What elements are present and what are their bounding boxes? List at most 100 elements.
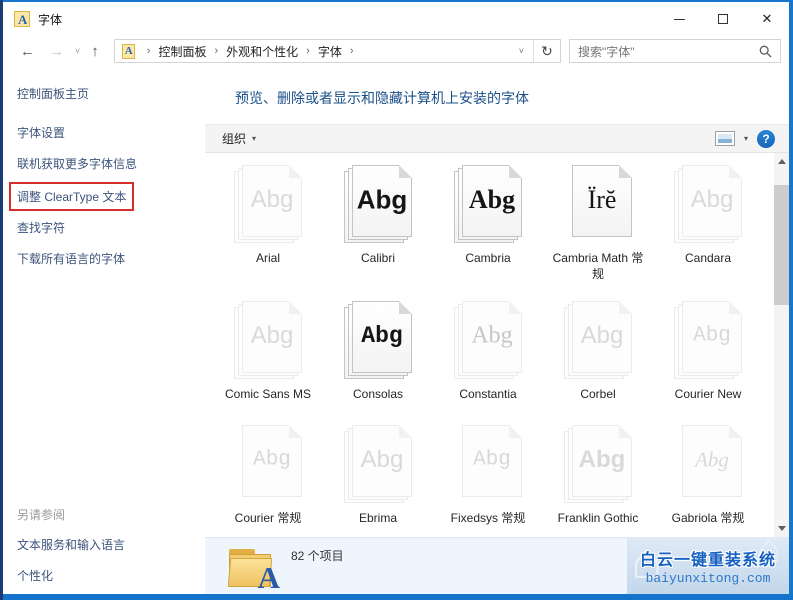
font-item[interactable]: Abg Ebrima	[323, 425, 433, 537]
page-fold-icon	[399, 301, 412, 314]
font-name-label: Courier New	[674, 387, 742, 401]
breadcrumb-item[interactable]: 外观和个性化	[226, 43, 298, 60]
help-button[interactable]: ?	[757, 129, 775, 148]
sidebar-task-item[interactable]: 调整 ClearType 文本	[9, 182, 135, 211]
up-button[interactable]: ↑	[84, 43, 106, 60]
watermark-url: baiyunxitong.com	[645, 570, 771, 586]
font-item[interactable]: Abg Courier New	[653, 301, 763, 425]
breadcrumb-separator: ›	[146, 45, 151, 57]
font-name-label: Gabriola 常规	[671, 511, 745, 525]
scroll-down-button[interactable]	[774, 521, 789, 537]
font-preview-glyph: Abg	[578, 445, 626, 473]
page-fold-icon	[399, 425, 412, 438]
sidebar-task-item[interactable]: 联机获取更多字体信息	[17, 155, 205, 172]
font-item[interactable]: Abg Courier 常规	[213, 425, 323, 537]
font-name-label: Franklin Gothic	[557, 511, 639, 525]
window-border-top	[0, 0, 793, 2]
font-preview-glyph: Abg	[471, 322, 513, 349]
font-preview-glyph: Abg	[360, 445, 404, 473]
font-name-label: Cambria Math 常规	[552, 251, 644, 281]
font-item[interactable]: Abg Comic Sans MS	[213, 301, 323, 425]
page-fold-icon	[729, 301, 742, 314]
breadcrumb-item[interactable]: 控制面板	[158, 43, 206, 60]
font-name-label: Cambria	[465, 251, 511, 265]
see-also-header: 另请参阅	[17, 508, 66, 522]
font-item[interactable]: Abg Franklin Gothic	[543, 425, 653, 537]
font-item[interactable]: Abg Corbel	[543, 301, 653, 425]
font-item[interactable]: Abg Fixedsys 常规	[433, 425, 543, 537]
font-file-icon: Abg	[234, 165, 302, 245]
font-name-label: Arial	[255, 251, 280, 265]
font-preview-glyph: Abg	[580, 321, 624, 349]
scroll-up-icon	[777, 155, 786, 164]
sidebar-see-also-item[interactable]: 文本服务和输入语言	[17, 536, 125, 553]
breadcrumb-folder-icon: A	[121, 43, 135, 59]
organize-menu-button[interactable]: 组织 ▾	[222, 130, 256, 147]
title-bar[interactable]: A 字体 ✕	[3, 2, 789, 36]
view-options-chevron-icon[interactable]: ▾	[744, 134, 748, 143]
page-title: 预览、删除或者显示和隐藏计算机上安装的字体	[235, 90, 529, 106]
close-button[interactable]: ✕	[745, 2, 789, 36]
back-button[interactable]: ←	[13, 43, 42, 60]
font-name-label: Corbel	[580, 387, 616, 401]
forward-button[interactable]: →	[42, 43, 71, 60]
sidebar-see-also-item[interactable]: 个性化	[17, 567, 125, 584]
address-bar[interactable]: A › 控制面板 › 外观和个性化 › 字体 › ˅ ↻	[113, 39, 561, 63]
sidebar-task-item[interactable]: 查找字符	[17, 219, 205, 236]
sidebar: 控制面板主页 字体设置联机获取更多字体信息调整 ClearType 文本查找字符…	[3, 66, 205, 594]
font-item[interactable]: Abg Constantia	[433, 301, 543, 425]
breadcrumb-separator[interactable]: ›	[342, 45, 362, 57]
font-item[interactable]: Abg Arial	[213, 165, 323, 301]
vertical-scrollbar[interactable]	[774, 153, 789, 537]
font-file-icon: Ïrĕ	[564, 165, 632, 245]
font-item[interactable]: Abg Calibri	[323, 165, 433, 301]
window-border-right	[789, 0, 793, 600]
minimize-icon	[673, 18, 685, 20]
breadcrumb-separator[interactable]: ›	[206, 45, 226, 57]
font-name-label: Courier 常规	[234, 511, 302, 525]
page-fold-icon	[509, 425, 522, 438]
page-fold-icon	[289, 165, 302, 178]
breadcrumb-item[interactable]: 字体	[318, 43, 342, 60]
change-view-button[interactable]	[714, 131, 735, 146]
font-item[interactable]: Abg Gabriola 常规	[653, 425, 763, 537]
refresh-button[interactable]: ↻	[533, 40, 560, 62]
font-file-icon: Abg	[344, 301, 412, 381]
font-preview-glyph: Abg	[250, 321, 294, 349]
command-toolbar: 组织 ▾ ▾ ?	[205, 124, 789, 153]
page-fold-icon	[509, 301, 522, 314]
navigation-bar: ← → ˅ ↑ A › 控制面板 › 外观和个性化 › 字体 › ˅ ↻ 搜索"…	[3, 36, 789, 66]
font-grid: Abg Arial Abg Calibri Abg Cambria Ïrĕ Ca…	[213, 165, 763, 537]
font-item[interactable]: Abg Candara	[653, 165, 763, 301]
font-preview-glyph: Ïrĕ	[587, 184, 617, 214]
font-item[interactable]: Ïrĕ Cambria Math 常规	[543, 165, 653, 301]
font-name-label: Ebrima	[358, 511, 397, 525]
sidebar-item-control-panel-home[interactable]: 控制面板主页	[17, 85, 205, 102]
minimize-button[interactable]	[657, 2, 701, 36]
sidebar-task-item[interactable]: 字体设置	[17, 124, 205, 141]
font-name-label: Candara	[684, 251, 732, 265]
breadcrumb-separator[interactable]: ›	[298, 45, 318, 57]
font-file-icon: Abg	[674, 301, 742, 381]
font-preview-glyph: Abg	[468, 184, 516, 214]
scroll-up-button[interactable]	[774, 153, 789, 169]
sidebar-task-list: 字体设置联机获取更多字体信息调整 ClearType 文本查找字符下载所有语言的…	[9, 124, 205, 267]
font-file-icon: Abg	[344, 165, 412, 245]
font-item[interactable]: Abg Cambria	[433, 165, 543, 301]
app-icon: A	[14, 11, 30, 27]
page-fold-icon	[509, 165, 522, 178]
font-preview-glyph: Abg	[356, 184, 408, 215]
font-list-area: Abg Arial Abg Calibri Abg Cambria Ïrĕ Ca…	[205, 153, 774, 537]
fonts-folder-icon: A	[227, 546, 280, 595]
window-border-bottom	[0, 594, 793, 600]
search-input[interactable]: 搜索"字体"	[569, 39, 781, 63]
address-dropdown-icon[interactable]: ˅	[510, 46, 533, 56]
sidebar-task-item[interactable]: 下载所有语言的字体	[17, 250, 205, 267]
maximize-button[interactable]	[701, 2, 745, 36]
scrollbar-thumb[interactable]	[774, 185, 789, 305]
font-preview-glyph: Abg	[361, 322, 403, 349]
recent-pages-chevron-icon[interactable]: ˅	[71, 46, 84, 56]
search-icon[interactable]	[759, 45, 772, 58]
font-name-label: Comic Sans MS	[224, 387, 312, 401]
font-item[interactable]: Abg Consolas	[323, 301, 433, 425]
